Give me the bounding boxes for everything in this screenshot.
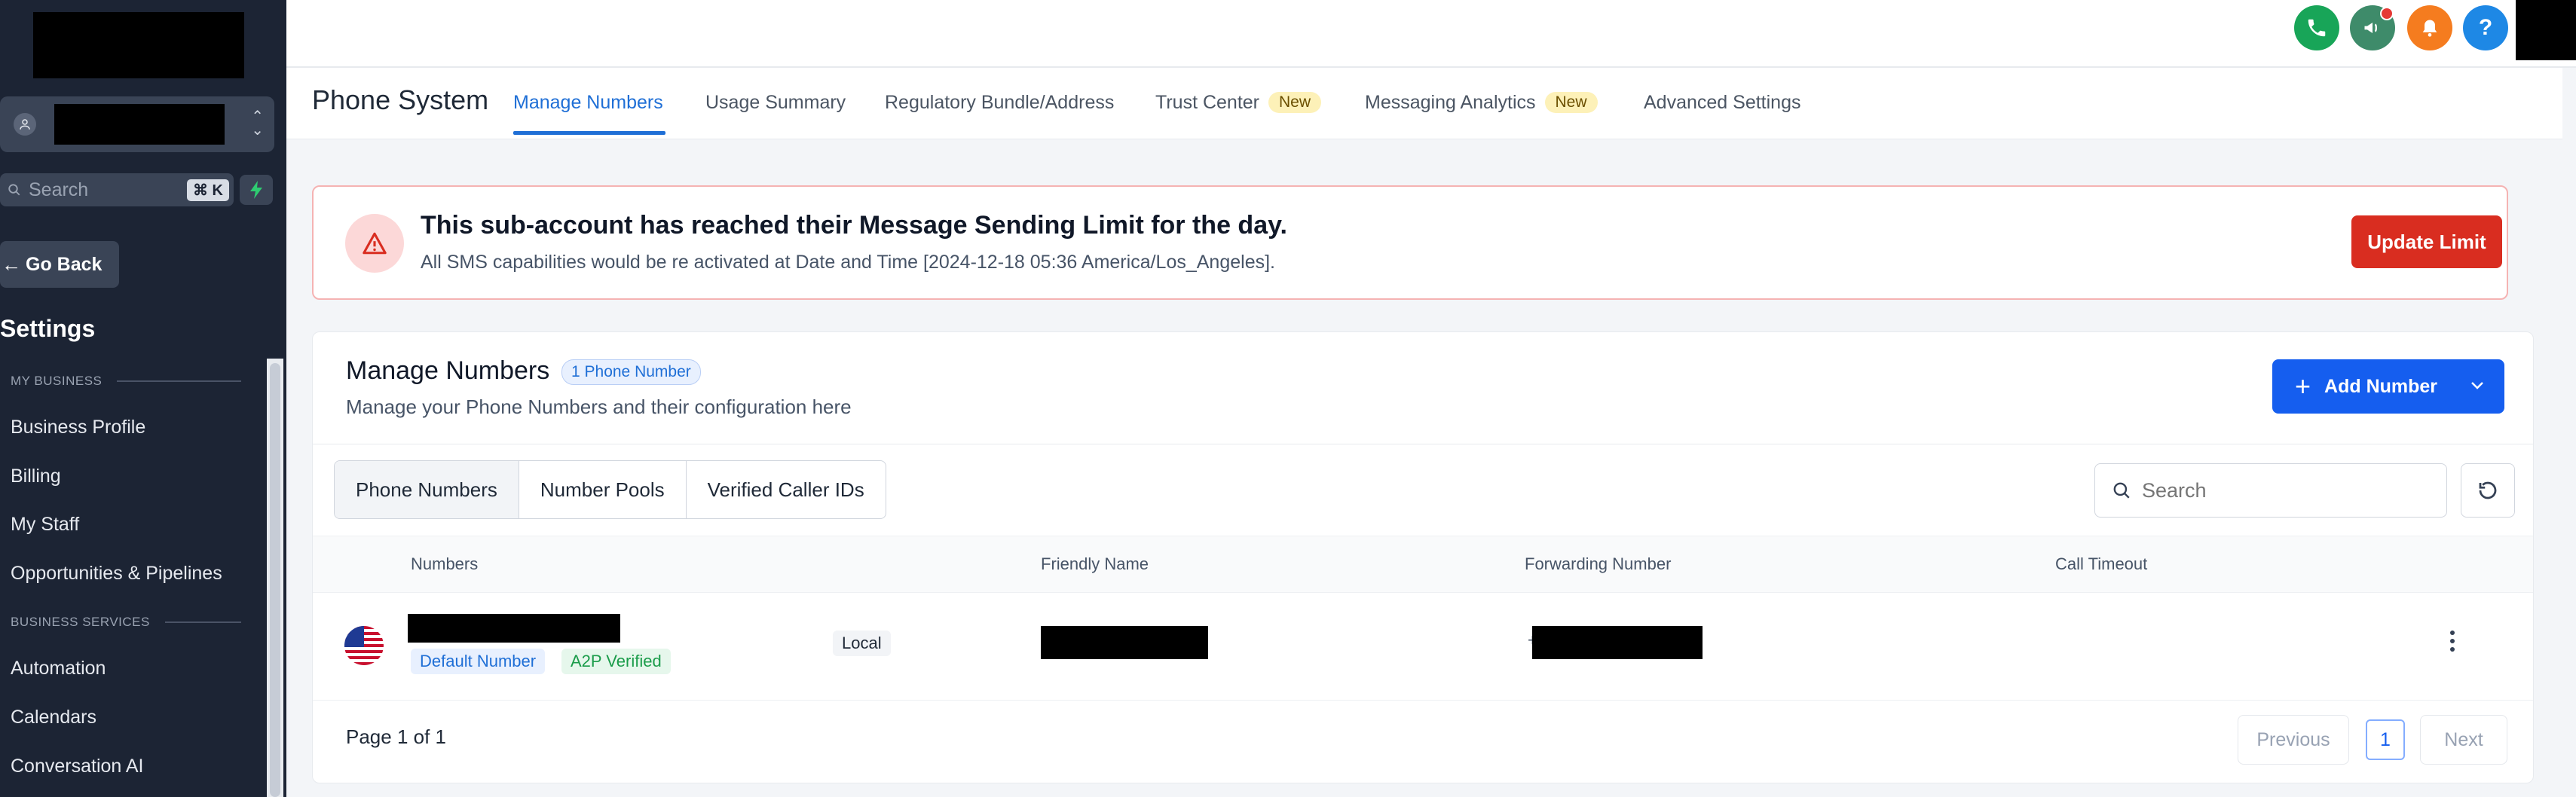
number-type-tag: Local (833, 631, 891, 656)
sidebar-item-opportunities[interactable]: Opportunities & Pipelines (11, 563, 222, 585)
megaphone-icon[interactable] (2350, 5, 2395, 50)
split-divider (2459, 359, 2460, 414)
tab-label: Trust Center (1155, 92, 1260, 113)
sidebar-search-label: Search (29, 179, 89, 200)
tab-regulatory-bundle[interactable]: Regulatory Bundle/Address (885, 92, 1114, 114)
tab-advanced-settings[interactable]: Advanced Settings (1644, 92, 1800, 114)
manage-numbers-card: Manage Numbers 1 Phone Number Manage you… (312, 331, 2534, 783)
tab-manage-numbers[interactable]: Manage Numbers (513, 92, 663, 114)
go-back-label: Go Back (26, 253, 102, 275)
active-tab-indicator (513, 131, 665, 135)
chevron-updown-icon: ⌃ ⌄ (251, 108, 264, 139)
update-limit-button[interactable]: Update Limit (2351, 215, 2502, 268)
phone-count-badge: 1 Phone Number (561, 359, 701, 385)
alert-message: All SMS capabilities would be re activat… (421, 252, 1275, 273)
bell-icon[interactable] (2407, 5, 2452, 50)
user-icon (14, 113, 36, 136)
segment-verified-caller-ids[interactable]: Verified Caller IDs (687, 461, 886, 518)
settings-heading: Settings (0, 315, 96, 342)
sidebar: ⌃ ⌄ Search ⌘ K ← Go Back Settings MY BUSI… (0, 0, 286, 797)
scrollbar-thumb[interactable] (270, 363, 280, 797)
sidebar-item-conversation-ai[interactable]: Conversation AI (11, 756, 144, 777)
page-title: Phone System (312, 84, 489, 115)
account-switcher[interactable]: ⌃ ⌄ (0, 96, 274, 152)
sidebar-item-calendars[interactable]: Calendars (11, 707, 96, 728)
card-subtitle: Manage your Phone Numbers and their conf… (346, 395, 852, 418)
section-business-services: BUSINESS SERVICES (11, 615, 241, 630)
phone-system-nav: Phone System Manage Numbers Usage Summar… (286, 68, 2562, 139)
row-actions-icon[interactable] (2449, 631, 2456, 652)
top-bar: ? (286, 0, 2576, 68)
refresh-icon (2479, 481, 2497, 499)
segment-number-pools[interactable]: Number Pools (519, 461, 687, 518)
phone-number-redacted (408, 614, 620, 643)
sidebar-item-billing[interactable]: Billing (11, 466, 61, 487)
warning-icon (345, 214, 404, 273)
help-icon[interactable]: ? (2463, 5, 2508, 50)
section-label: MY BUSINESS (11, 374, 102, 388)
sidebar-search[interactable]: Search ⌘ K (0, 173, 234, 206)
phone-icon[interactable] (2294, 5, 2339, 50)
new-badge: New (1544, 92, 1598, 113)
divider (164, 621, 241, 623)
numbers-search[interactable] (2094, 463, 2447, 518)
bolt-icon (250, 181, 262, 199)
previous-button[interactable]: Previous (2238, 715, 2349, 765)
sidebar-item-automation[interactable]: Automation (11, 658, 106, 679)
default-number-tag: Default Number (411, 649, 546, 674)
column-call-timeout: Call Timeout (2055, 554, 2148, 573)
sidebar-item-business-profile[interactable]: Business Profile (11, 417, 145, 438)
company-logo-redacted (33, 12, 244, 78)
tab-trust-center[interactable]: Trust Center New (1155, 92, 1322, 114)
refresh-button[interactable] (2461, 463, 2515, 518)
sending-limit-alert: This sub-account has reached their Messa… (312, 185, 2508, 300)
chevron-down-icon[interactable] (2468, 376, 2486, 394)
segment-phone-numbers[interactable]: Phone Numbers (335, 461, 519, 518)
a2p-verified-tag: A2P Verified (561, 649, 671, 674)
search-input[interactable] (2140, 478, 2430, 503)
column-friendly-name: Friendly Name (1041, 554, 1149, 573)
search-icon (8, 184, 20, 196)
sidebar-scrollbar[interactable] (267, 359, 283, 797)
search-icon (2113, 482, 2130, 499)
divider (117, 380, 241, 382)
number-type-segments: Phone Numbers Number Pools Verified Call… (334, 460, 886, 519)
plus-icon: + (2295, 371, 2311, 402)
notification-dot (2380, 7, 2394, 20)
tab-usage-summary[interactable]: Usage Summary (705, 92, 846, 114)
forwarding-number-redacted (1532, 626, 1703, 659)
friendly-name-redacted (1041, 626, 1208, 659)
alert-title: This sub-account has reached their Messa… (421, 211, 1287, 240)
us-flag-icon (344, 626, 384, 665)
card-title: Manage Numbers (346, 356, 550, 385)
sidebar-item-my-staff[interactable]: My Staff (11, 514, 79, 536)
tab-label: Messaging Analytics (1365, 92, 1536, 113)
add-number-button[interactable]: + Add Number (2272, 359, 2504, 414)
search-shortcut: ⌘ K (187, 179, 229, 201)
new-badge: New (1268, 92, 1322, 113)
table-header: Numbers Friendly Name Forwarding Number … (313, 536, 2533, 593)
arrow-left-icon: ← (2, 252, 21, 276)
column-forwarding-number: Forwarding Number (1525, 554, 1672, 573)
profile-avatar-redacted[interactable] (2516, 0, 2576, 60)
quick-action-button[interactable] (240, 175, 273, 205)
add-number-label: Add Number (2324, 375, 2438, 397)
page-info: Page 1 of 1 (346, 725, 446, 748)
go-back-button[interactable]: ← Go Back (0, 241, 119, 288)
next-button[interactable]: Next (2420, 715, 2507, 765)
page-1-button[interactable]: 1 (2366, 719, 2405, 760)
section-label: BUSINESS SERVICES (11, 615, 150, 629)
account-name-redacted (54, 104, 225, 145)
column-numbers: Numbers (411, 554, 479, 573)
section-my-business: MY BUSINESS (11, 374, 241, 389)
table-row[interactable]: Default Number A2P Verified Local + (313, 591, 2533, 701)
tab-messaging-analytics[interactable]: Messaging Analytics New (1365, 92, 1598, 114)
